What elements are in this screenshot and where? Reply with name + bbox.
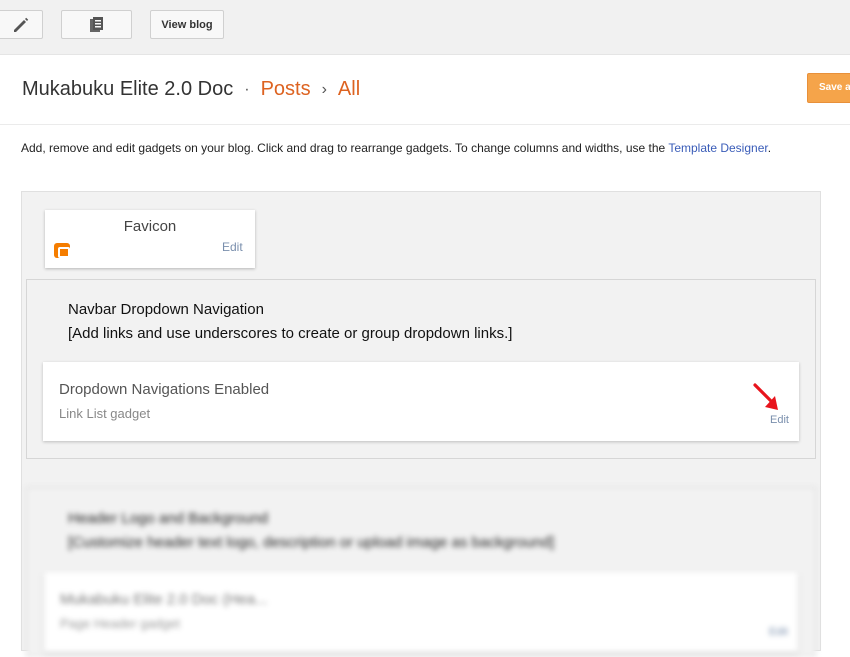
view-blog-button[interactable]: View blog: [150, 10, 224, 39]
favicon-edit-link[interactable]: Edit: [222, 240, 243, 254]
link-list-gadget[interactable]: Dropdown Navigations Enabled Link List g…: [43, 362, 799, 441]
page-header-gadget[interactable]: Mukabuku Elite 2.0 Doc (Hea... Page Head…: [44, 572, 798, 652]
gadget-name: Mukabuku Elite 2.0 Doc (Hea...: [60, 591, 268, 608]
blogger-icon: [54, 243, 70, 258]
edit-post-button[interactable]: [0, 10, 43, 39]
section-title-line2: [Customize header text logo, description…: [68, 534, 555, 551]
section-title-line1: Header Logo and Background: [68, 510, 269, 527]
gadget-edit-link[interactable]: Edit: [770, 414, 789, 426]
section-title: Header Logo and Background [Customize he…: [68, 507, 554, 555]
gadget-type: Link List gadget: [59, 406, 151, 421]
template-designer-link[interactable]: Template Designer: [668, 141, 767, 155]
section-title-line1: Navbar Dropdown Navigation: [68, 301, 264, 318]
page-header: Mukabuku Elite 2.0 Doc · Posts › All Sav…: [0, 56, 850, 125]
red-arrow-annotation: [753, 383, 778, 410]
pages-icon: [89, 16, 103, 32]
blog-title: Mukabuku Elite 2.0 Doc: [22, 78, 234, 100]
top-toolbar: View blog: [0, 0, 850, 55]
layout-instructions: Add, remove and edit gadgets on your blo…: [21, 141, 811, 156]
instructions-end: .: [767, 141, 772, 155]
breadcrumb-all-link[interactable]: All: [338, 78, 360, 101]
breadcrumb-posts-link[interactable]: Posts: [261, 78, 311, 101]
save-arrangement-button[interactable]: Save arrangement: [807, 73, 850, 103]
breadcrumb-separator: ·: [244, 80, 250, 98]
gadget-edit-link[interactable]: Edit: [769, 626, 788, 638]
breadcrumb: Mukabuku Elite 2.0 Doc · Posts › All: [22, 78, 360, 101]
instructions-text: Add, remove and edit gadgets on your blo…: [21, 141, 669, 155]
breadcrumb-arrow: ›: [321, 80, 327, 98]
posts-list-button[interactable]: [61, 10, 132, 39]
favicon-gadget[interactable]: Favicon Edit: [45, 210, 255, 268]
section-title: Navbar Dropdown Navigation [Add links an…: [68, 298, 512, 346]
pencil-icon: [13, 17, 28, 32]
favicon-title: Favicon: [123, 218, 177, 235]
section-title-line2: [Add links and use underscores to create…: [68, 325, 513, 342]
gadget-name: Dropdown Navigations Enabled: [59, 381, 270, 398]
header-logo-section: Header Logo and Background [Customize he…: [26, 487, 816, 657]
gadget-type: Page Header gadget: [60, 616, 180, 631]
